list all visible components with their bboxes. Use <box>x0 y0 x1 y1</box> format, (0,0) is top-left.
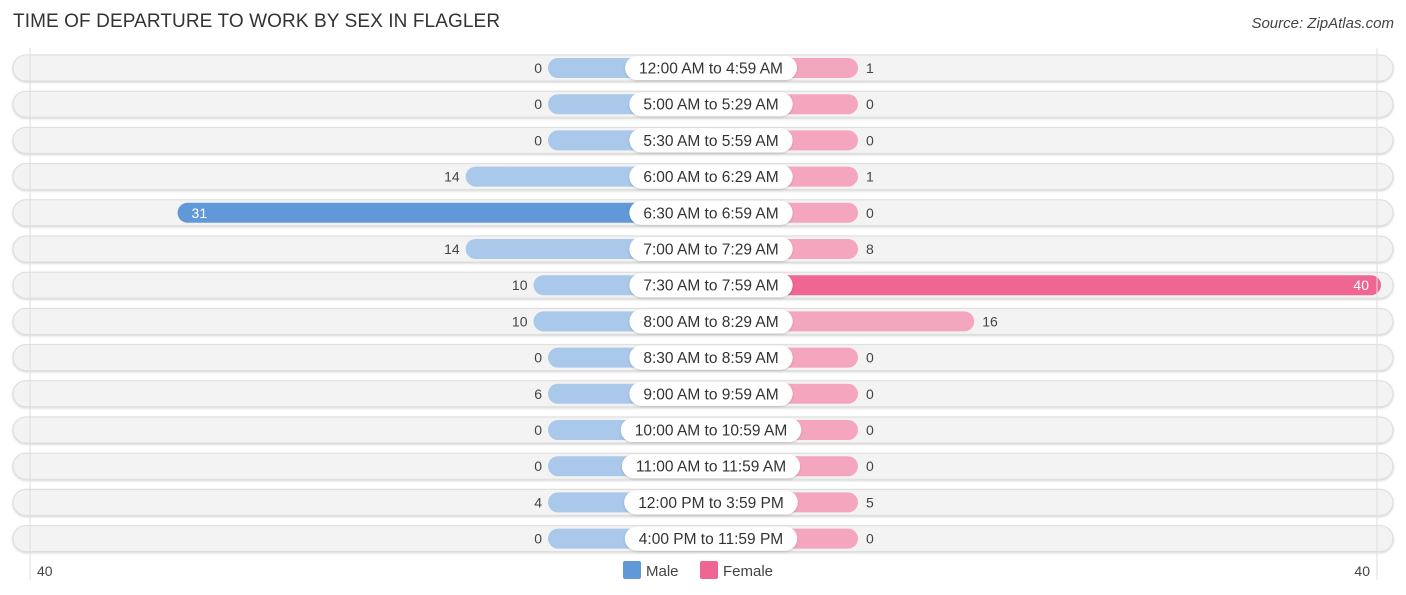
female-value-label: 0 <box>866 96 874 112</box>
table-row: 6:30 AM to 6:59 AM 31 0 <box>12 199 1394 227</box>
axis-tick-right: 40 <box>1354 563 1370 579</box>
female-value-label: 16 <box>982 313 998 329</box>
category-label: 6:00 AM to 6:29 AM <box>643 169 778 186</box>
legend-item-female[interactable]: Female <box>700 561 773 580</box>
category-label: 5:30 AM to 5:59 AM <box>643 133 778 150</box>
category-label: 6:30 AM to 6:59 AM <box>643 205 778 222</box>
male-bar <box>177 202 704 223</box>
male-value-label: 0 <box>534 60 542 76</box>
legend-label-male: Male <box>646 563 679 580</box>
male-value-label: 0 <box>534 458 542 474</box>
table-row: 9:00 AM to 9:59 AM 6 0 <box>12 380 1394 408</box>
male-value-label: 14 <box>444 169 460 185</box>
table-row: 6:00 AM to 6:29 AM 14 1 <box>12 163 1394 191</box>
table-row: 8:30 AM to 8:59 AM 0 0 <box>12 344 1394 372</box>
axis-tick-left: 40 <box>37 563 53 579</box>
female-value-label: 8 <box>866 241 874 257</box>
male-value-label: 0 <box>534 132 542 148</box>
rows-group: 12:00 AM to 4:59 AM 0 1 5:00 AM to 5:29 AM 0… <box>12 54 1394 553</box>
male-value-label: 4 <box>534 494 542 510</box>
male-value-label: 0 <box>534 350 542 366</box>
legend-label-female: Female <box>723 563 773 580</box>
category-label: 11:00 AM to 11:59 AM <box>636 459 786 476</box>
female-value-label: 0 <box>866 531 874 547</box>
category-label: 7:30 AM to 7:59 AM <box>643 278 778 295</box>
table-row: 11:00 AM to 11:59 AM 0 0 <box>12 452 1394 480</box>
female-value-label: 0 <box>866 350 874 366</box>
female-bar <box>703 275 1381 296</box>
female-value-label: 0 <box>866 458 874 474</box>
male-value-label: 14 <box>444 241 460 257</box>
legend-swatch-male <box>623 561 641 579</box>
table-row: 5:30 AM to 5:59 AM 0 0 <box>12 126 1394 154</box>
table-row: 12:00 AM to 4:59 AM 0 1 <box>12 54 1394 82</box>
legend-item-male[interactable]: Male <box>623 561 679 580</box>
male-value-label: 10 <box>512 313 528 329</box>
table-row: 12:00 PM to 3:59 PM 4 5 <box>12 488 1394 516</box>
female-value-label: 5 <box>866 494 874 510</box>
female-value-label: 0 <box>866 386 874 402</box>
category-label: 12:00 AM to 4:59 AM <box>639 61 783 78</box>
category-label: 9:00 AM to 9:59 AM <box>643 386 778 403</box>
legend: Male Female <box>623 561 773 580</box>
chart: 12:00 AM to 4:59 AM 0 1 5:00 AM to 5:29 AM 0… <box>12 48 1394 580</box>
male-value-label: 0 <box>534 422 542 438</box>
legend-swatch-female <box>700 561 718 579</box>
table-row: 10:00 AM to 10:59 AM 0 0 <box>12 416 1394 444</box>
female-value-label: 0 <box>866 205 874 221</box>
table-row: 4:00 PM to 11:59 PM 0 0 <box>12 525 1394 553</box>
table-row: 7:30 AM to 7:59 AM 10 40 <box>12 271 1394 299</box>
table-row: 7:00 AM to 7:29 AM 14 8 <box>12 235 1394 263</box>
category-label: 10:00 AM to 10:59 AM <box>635 423 788 440</box>
female-value-label: 40 <box>1353 277 1369 293</box>
category-label: 4:00 PM to 11:59 PM <box>639 531 783 548</box>
female-value-label: 0 <box>866 132 874 148</box>
male-value-label: 31 <box>192 205 208 221</box>
male-value-label: 0 <box>534 531 542 547</box>
female-value-label: 1 <box>866 60 874 76</box>
male-value-label: 0 <box>534 96 542 112</box>
category-label: 8:30 AM to 8:59 AM <box>643 350 778 367</box>
table-row: 8:00 AM to 8:29 AM 10 16 <box>12 307 1394 335</box>
female-value-label: 1 <box>866 169 874 185</box>
male-value-label: 6 <box>534 386 542 402</box>
category-label: 8:00 AM to 8:29 AM <box>643 314 778 331</box>
female-value-label: 0 <box>866 422 874 438</box>
category-label: 12:00 PM to 3:59 PM <box>638 495 784 512</box>
male-value-label: 10 <box>512 277 528 293</box>
table-row: 5:00 AM to 5:29 AM 0 0 <box>12 90 1394 118</box>
category-label: 5:00 AM to 5:29 AM <box>643 97 778 114</box>
category-label: 7:00 AM to 7:29 AM <box>643 242 778 259</box>
